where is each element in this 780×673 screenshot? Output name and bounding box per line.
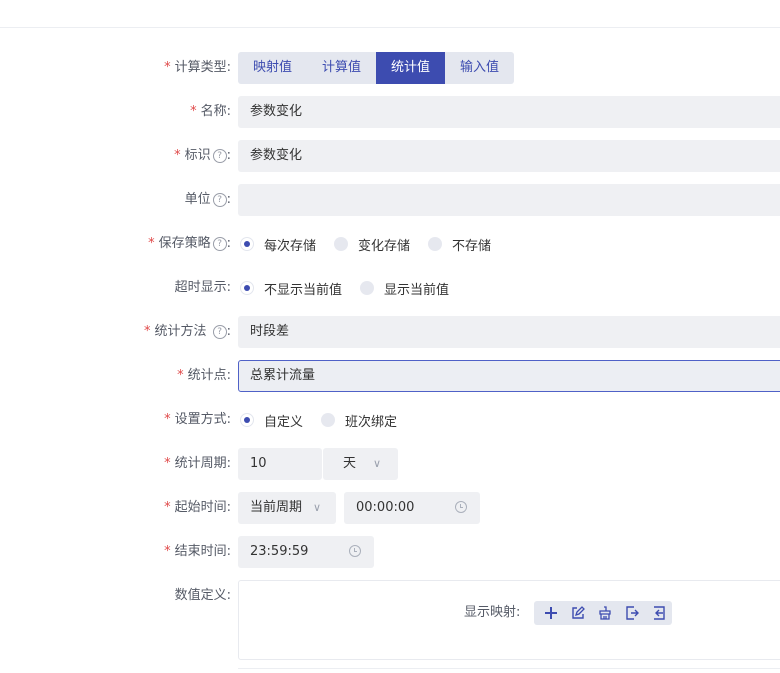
unit-label: 单位?:: [184, 192, 231, 207]
help-icon[interactable]: ?: [212, 237, 227, 251]
identifier-input[interactable]: 参数变化: [238, 140, 780, 172]
end-time-label: * 结束时间:: [164, 544, 231, 559]
calc-type-label: * 计算类型:: [164, 60, 231, 75]
unit-input[interactable]: [238, 184, 780, 216]
save-strategy-radio-group: 每次存储 变化存储 不存储: [238, 228, 507, 260]
name-input[interactable]: 参数变化: [238, 96, 780, 128]
help-icon[interactable]: ?: [212, 193, 227, 207]
radio-unchecked-icon: [334, 237, 349, 251]
clock-icon: [455, 501, 467, 513]
hide-current-radio[interactable]: 不显示当前值: [238, 279, 342, 298]
export-icon[interactable]: [618, 601, 645, 625]
stat-period-row: * 统计周期: 10 天 ∨: [0, 448, 780, 480]
stat-period-label: * 统计周期:: [164, 456, 231, 471]
stat-method-select[interactable]: 时段差: [238, 316, 780, 348]
identifier-label: * 标识?:: [174, 148, 231, 163]
start-period-select[interactable]: 当前周期: [238, 492, 336, 524]
radio-unchecked-icon: [360, 281, 375, 295]
setting-mode-row: * 设置方式: 自定义 班次绑定: [0, 404, 780, 436]
timeout-display-label: 超时显示:: [174, 280, 231, 295]
unit-row: 单位?:: [0, 184, 780, 216]
radio-unchecked-icon: [428, 237, 443, 251]
stat-point-input[interactable]: 总累计流量: [238, 360, 780, 392]
name-label: * 名称:: [190, 104, 231, 119]
shift-binding-radio[interactable]: 班次绑定: [319, 411, 397, 430]
stat-point-label: * 统计点:: [177, 368, 231, 383]
timeout-display-radio-group: 不显示当前值 显示当前值: [238, 272, 465, 304]
calc-type-input-button[interactable]: 输入值: [445, 52, 514, 84]
mapping-toolbar: [534, 601, 672, 625]
help-icon[interactable]: ?: [212, 325, 227, 339]
start-time-label: * 起始时间:: [164, 500, 231, 515]
show-current-radio[interactable]: 显示当前值: [358, 279, 449, 298]
display-mapping-label: 显示映射:: [464, 605, 521, 620]
chevron-down-icon: ∨: [373, 457, 382, 470]
setting-mode-label: * 设置方式:: [164, 412, 231, 427]
radio-checked-icon: [240, 237, 254, 251]
start-time-row: * 起始时间: 当前周期 ∨ 00:00:00: [0, 492, 780, 524]
clock-icon: [349, 545, 361, 557]
no-save-radio[interactable]: 不存储: [426, 235, 491, 254]
header-divider: [0, 27, 780, 28]
end-time-row: * 结束时间: 23:59:59: [0, 536, 780, 568]
edit-icon[interactable]: [565, 601, 592, 625]
chevron-down-icon: ∨: [313, 501, 322, 514]
stat-period-input[interactable]: 10: [238, 448, 322, 480]
calc-type-mapped-button[interactable]: 映射值: [238, 52, 307, 84]
stat-method-row: * 统计方法 ?: 时段差: [0, 316, 780, 348]
radio-unchecked-icon: [321, 413, 336, 427]
calc-type-statistic-button[interactable]: 统计值: [376, 52, 446, 84]
stat-period-unit-select[interactable]: 天: [323, 448, 398, 480]
stat-method-label: * 统计方法 ?:: [143, 324, 231, 339]
value-def-label: 数值定义:: [174, 588, 231, 603]
stat-point-row: * 统计点: 总累计流量: [0, 360, 780, 392]
save-strategy-label: * 保存策略?:: [148, 236, 231, 251]
calc-type-row: * 计算类型: 映射值 计算值 统计值 输入值: [0, 52, 780, 84]
identifier-row: * 标识?: 参数变化: [0, 140, 780, 172]
add-icon[interactable]: [538, 601, 565, 625]
save-strategy-row: * 保存策略?: 每次存储 变化存储 不存储: [0, 228, 780, 260]
calc-type-computed-button[interactable]: 计算值: [307, 52, 376, 84]
calc-type-segmented: 映射值 计算值 统计值 输入值: [238, 52, 515, 84]
help-icon[interactable]: ?: [212, 149, 227, 163]
import-icon[interactable]: [645, 601, 672, 625]
timeout-display-row: 超时显示: 不显示当前值 显示当前值: [0, 272, 780, 304]
custom-radio[interactable]: 自定义: [238, 411, 303, 430]
footer-divider: [238, 668, 780, 669]
setting-mode-radio-group: 自定义 班次绑定: [238, 404, 413, 436]
radio-checked-icon: [240, 281, 254, 295]
clear-icon[interactable]: [592, 601, 619, 625]
save-on-change-radio[interactable]: 变化存储: [332, 235, 410, 254]
radio-checked-icon: [240, 413, 254, 427]
name-row: * 名称: 参数变化: [0, 96, 780, 128]
save-every-radio[interactable]: 每次存储: [238, 235, 316, 254]
